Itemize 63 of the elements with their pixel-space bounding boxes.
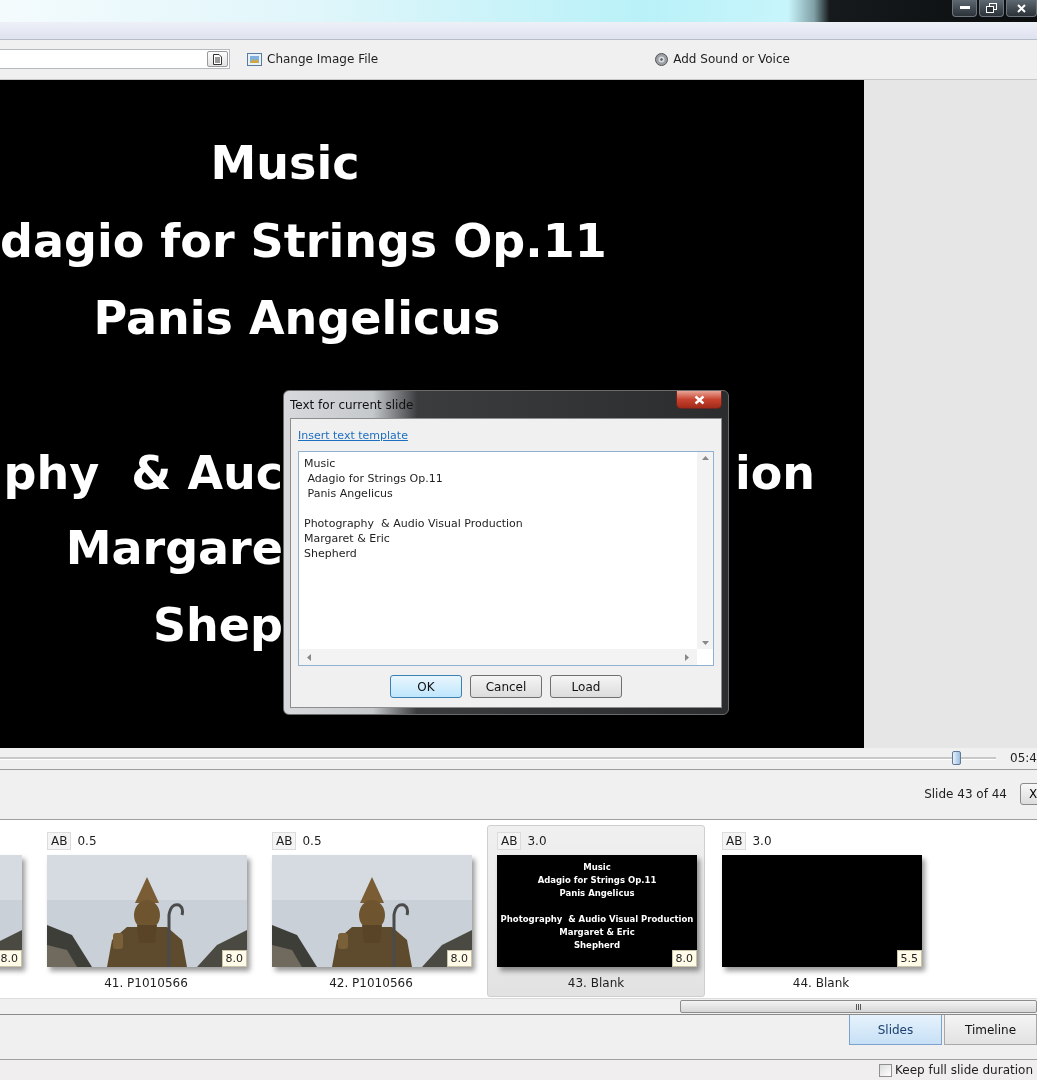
close-button[interactable]: [676, 391, 722, 409]
close-icon: [1017, 3, 1026, 13]
scroll-left-icon[interactable]: [307, 653, 311, 661]
dialog-button[interactable]: Load: [550, 675, 622, 698]
slide-thumbnail[interactable]: 5.5: [722, 854, 922, 967]
minimize-button[interactable]: [952, 0, 977, 17]
slide-card[interactable]: 8.0: [0, 824, 30, 997]
slide-caption: 44. Blank: [791, 975, 851, 990]
document-icon: [213, 53, 222, 65]
scroll-right-icon[interactable]: [685, 653, 689, 661]
view-tab[interactable]: Timeline: [944, 1015, 1037, 1046]
transition-button[interactable]: AB: [272, 831, 297, 850]
slide-text: phy & Auc: [3, 444, 283, 502]
slide-text: Shep: [153, 596, 283, 654]
transition-button[interactable]: AB: [47, 831, 72, 850]
browse-button[interactable]: [207, 51, 228, 68]
slide-text: Panis Angelicus: [93, 289, 501, 347]
restore-button[interactable]: [979, 0, 1004, 17]
close-button[interactable]: [1006, 0, 1037, 17]
file-field[interactable]: [0, 49, 230, 70]
template-link[interactable]: Insert text template: [298, 429, 408, 442]
transition-time: 0.5: [302, 833, 322, 848]
scroll-down-icon[interactable]: [701, 641, 709, 645]
slide-text: Music: [210, 134, 360, 192]
image-icon: [247, 52, 262, 66]
slide-position: Slide 43 of 44: [924, 787, 1007, 802]
dialog-button[interactable]: Cancel: [470, 675, 542, 698]
checkbox-label[interactable]: Keep full slide duration: [895, 1063, 1033, 1077]
slide-caption: 42. P1010566: [328, 975, 414, 990]
text-field[interactable]: Music Adagio for Strings Op.11 Panis Angelicus Photography & Audio Visual Production Margaret & Eric Shepherd: [298, 451, 714, 666]
transition-button[interactable]: AB: [497, 831, 522, 850]
slide-card[interactable]: AB 3.0 5.5 44. Blank: [712, 824, 930, 997]
dialog-title: Text for current slide: [290, 397, 414, 412]
scrollbar-thumb[interactable]: [680, 1000, 1037, 1014]
time-label: 05:4: [1010, 751, 1037, 766]
slide-text: ion: [735, 444, 816, 502]
slide-caption: 43. Blank: [566, 975, 626, 990]
checkbox[interactable]: [879, 1063, 892, 1077]
transition-time: 3.0: [752, 833, 772, 848]
scroll-up-icon[interactable]: [701, 456, 709, 460]
slide-card[interactable]: AB 3.0 Music Adagio for Strings Op.11 Panis Angelicus Photography & Audio Visual Production Margaret & Eric Shepherd 8.0 43. Blank: [487, 824, 705, 997]
close-icon: [693, 394, 705, 405]
restore-icon: [986, 3, 997, 13]
slide-card[interactable]: AB 0.5 8.0 41. P1010566: [37, 824, 255, 997]
slide-text: Margare: [65, 519, 283, 577]
transition-button[interactable]: AB: [722, 831, 747, 850]
transition-time: 0.5: [77, 833, 97, 848]
slide-text: dagio for Strings Op.11: [0, 212, 607, 270]
transition-time: 3.0: [527, 833, 547, 848]
view-tab[interactable]: Slides: [849, 1015, 942, 1046]
dialog-button[interactable]: OK: [390, 675, 462, 698]
duration-badge: 8.0: [671, 949, 697, 967]
add-sound-button[interactable]: Add Sound or Voice: [655, 52, 790, 67]
slide-card[interactable]: AB 0.5 8.0 42. P1010566: [262, 824, 480, 997]
slide-thumbnail[interactable]: Music Adagio for Strings Op.11 Panis Angelicus Photography & Audio Visual Production Margaret & Eric Shepherd 8.0: [497, 854, 697, 967]
change-image-button[interactable]: Change Image File: [247, 52, 379, 67]
slide-caption: 41. P1010566: [103, 975, 189, 990]
timeline-slider[interactable]: [0, 751, 997, 766]
slider-thumb[interactable]: [952, 751, 962, 766]
minimize-icon: [959, 6, 970, 10]
thumbnail-text: Music Adagio for Strings Op.11 Panis Angelicus Photography & Audio Visual Production Margaret & Eric Shepherd: [499, 860, 695, 952]
close-button[interactable]: X: [1020, 783, 1037, 806]
duration-badge: 5.5: [896, 949, 922, 967]
